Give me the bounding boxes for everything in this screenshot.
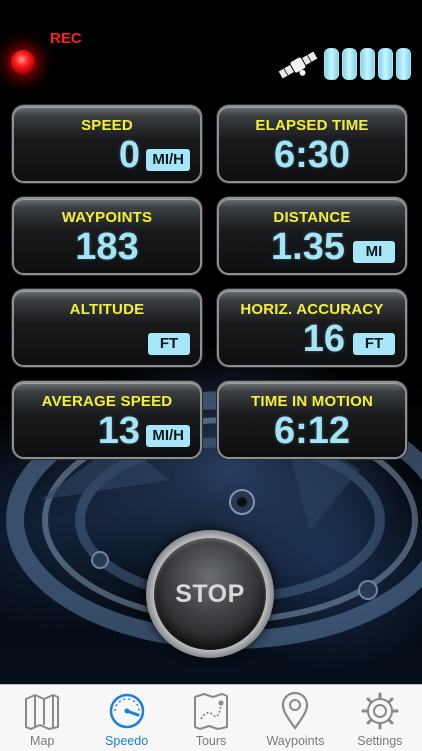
time-in-motion-label: TIME IN MOTION — [251, 393, 373, 410]
tab-waypoints[interactable]: Waypoints — [253, 685, 337, 751]
satellite-icon — [278, 51, 318, 79]
tab-speedo[interactable]: Speedo — [84, 685, 168, 751]
waypoints-tile: WAYPOINTS 183 — [12, 197, 202, 275]
tab-map-label: Map — [30, 734, 55, 748]
tab-map[interactable]: Map — [0, 685, 84, 751]
signal-bar — [324, 48, 339, 80]
tours-map-icon — [194, 693, 229, 730]
waypoints-value: 183 — [75, 226, 139, 268]
horiz-accuracy-tile: HORIZ. ACCURACY 16 FT — [217, 289, 407, 367]
map-icon — [25, 694, 60, 730]
tab-tours[interactable]: Tours — [169, 685, 253, 751]
stop-button[interactable]: STOP — [154, 538, 266, 650]
waypoints-label: WAYPOINTS — [61, 209, 153, 226]
signal-bar — [396, 48, 411, 80]
tab-settings-label: Settings — [357, 734, 403, 748]
gear-icon — [361, 692, 399, 730]
signal-bar — [378, 48, 393, 80]
location-pin-icon — [282, 691, 309, 730]
signal-bar — [342, 48, 357, 80]
tab-bar: Map Speedo Tours Waypoints Settings — [0, 684, 422, 751]
gps-signal-strength — [324, 48, 411, 80]
elapsed-time-value: 6:30 — [273, 134, 351, 176]
average-speed-label: AVERAGE SPEED — [41, 393, 173, 410]
distance-label: DISTANCE — [273, 209, 351, 226]
tab-settings[interactable]: Settings — [338, 685, 422, 751]
elapsed-time-label: ELAPSED TIME — [255, 117, 369, 134]
average-speed-value: 13 — [97, 410, 140, 452]
horiz-accuracy-label: HORIZ. ACCURACY — [240, 301, 384, 318]
altitude-label: ALTITUDE — [69, 301, 145, 318]
signal-bar — [360, 48, 375, 80]
average-speed-tile: AVERAGE SPEED 13 MI/H — [12, 381, 202, 459]
tab-waypoints-label: Waypoints — [266, 734, 325, 748]
distance-tile: DISTANCE 1.35 MI — [217, 197, 407, 275]
time-in-motion-value: 6:12 — [273, 410, 351, 452]
speed-value: 0 — [118, 134, 140, 176]
distance-value: 1.35 — [271, 226, 345, 268]
rec-label: REC — [50, 30, 82, 47]
recording-indicator-light — [11, 50, 35, 74]
elapsed-time-tile: ELAPSED TIME 6:30 — [217, 105, 407, 183]
distance-unit: MI — [353, 241, 395, 263]
average-speed-unit: MI/H — [146, 425, 190, 447]
horiz-accuracy-value: 16 — [302, 318, 345, 360]
time-in-motion-tile: TIME IN MOTION 6:12 — [217, 381, 407, 459]
speed-label: SPEED — [81, 117, 133, 134]
speedometer-icon — [109, 693, 144, 729]
tab-speedo-label: Speedo — [105, 734, 149, 748]
speed-tile: SPEED 0 MI/H — [12, 105, 202, 183]
horiz-accuracy-unit: FT — [353, 333, 395, 355]
speed-unit: MI/H — [146, 149, 190, 171]
altitude-unit: FT — [148, 333, 190, 355]
altitude-tile: ALTITUDE FT — [12, 289, 202, 367]
tab-tours-label: Tours — [195, 734, 227, 748]
speedo-screen: REC SPEED 0 MI/H ELAPSED TIME 6:30 WAYPO… — [0, 0, 422, 684]
